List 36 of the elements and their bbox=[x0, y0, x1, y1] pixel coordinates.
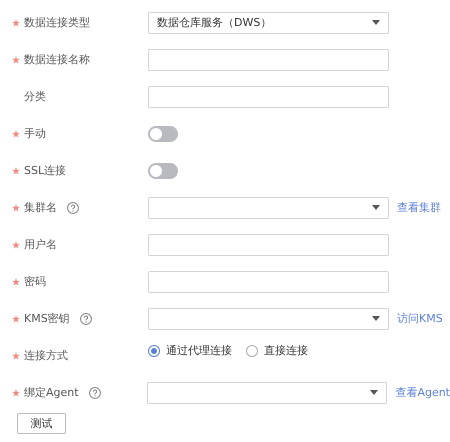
input-field[interactable] bbox=[148, 234, 389, 256]
select-field[interactable]: 数据仓库服务（DWS） bbox=[148, 12, 389, 34]
help-icon[interactable] bbox=[67, 202, 79, 214]
select-field[interactable] bbox=[148, 308, 389, 330]
field-label: 连接方式 bbox=[24, 348, 68, 363]
input-field[interactable] bbox=[148, 86, 389, 108]
radio-button[interactable] bbox=[246, 344, 258, 356]
caret-icon bbox=[372, 20, 380, 25]
radio-label[interactable]: 直接连接 bbox=[264, 343, 308, 358]
field-label: 数据连接类型 bbox=[24, 15, 90, 30]
field-label: 密码 bbox=[24, 274, 46, 289]
input-field[interactable] bbox=[148, 48, 389, 70]
toggle-switch[interactable] bbox=[148, 162, 178, 178]
field-label: 数据连接名称 bbox=[24, 52, 90, 67]
field-label: SSL连接 bbox=[24, 163, 66, 178]
link[interactable]: 访问KMS bbox=[397, 311, 443, 326]
link[interactable]: 查看集群 bbox=[397, 200, 441, 215]
input-field[interactable] bbox=[148, 270, 389, 292]
help-icon[interactable] bbox=[88, 386, 101, 398]
caret-icon bbox=[372, 316, 380, 321]
help-icon[interactable] bbox=[80, 312, 92, 324]
select-field[interactable] bbox=[147, 382, 388, 404]
field-label: KMS密钥 bbox=[24, 311, 70, 326]
select-field[interactable] bbox=[148, 196, 389, 218]
radio-button[interactable] bbox=[148, 344, 160, 356]
field-label: 用户名 bbox=[24, 237, 57, 252]
field-label: 集群名 bbox=[24, 200, 57, 215]
caret-icon bbox=[372, 205, 380, 210]
toggle-switch[interactable] bbox=[148, 126, 178, 142]
field-label: 分类 bbox=[24, 89, 46, 104]
radio-label[interactable]: 通过代理连接 bbox=[166, 343, 232, 358]
test-button[interactable]: 测试 bbox=[17, 413, 66, 434]
link[interactable]: 查看Agent bbox=[395, 385, 450, 400]
field-label: 手动 bbox=[24, 126, 46, 141]
field-label: 绑定Agent bbox=[24, 385, 79, 400]
caret-icon bbox=[370, 390, 378, 395]
